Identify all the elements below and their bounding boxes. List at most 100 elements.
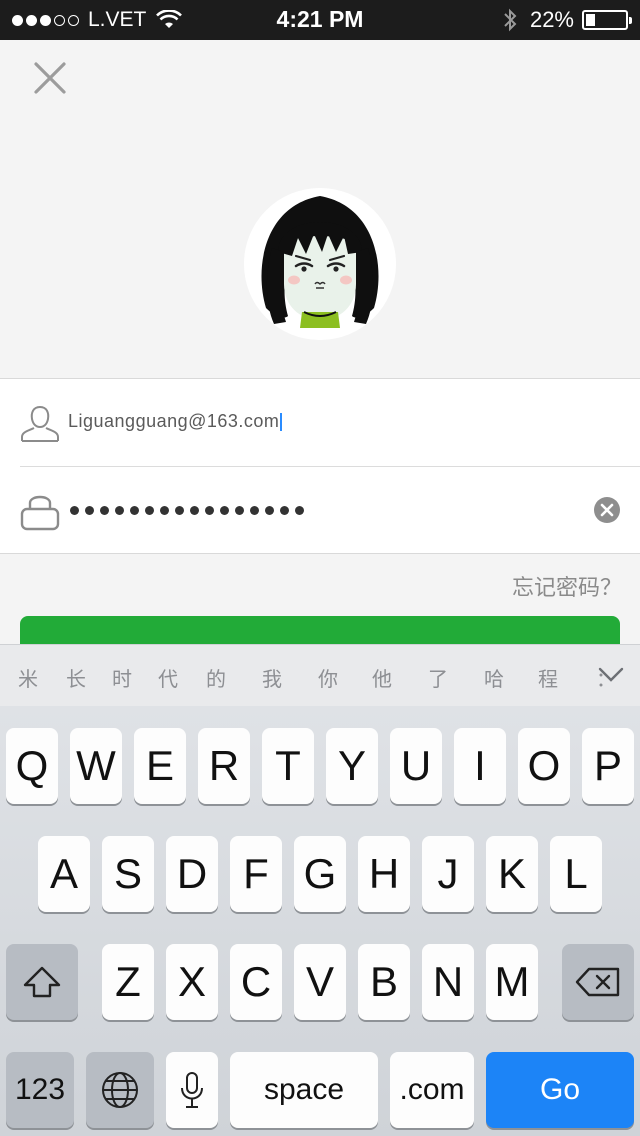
key-m[interactable]: M (486, 944, 538, 1020)
candidate-item[interactable]: 米 (18, 663, 38, 692)
username-row[interactable]: Liguangguang@163.com (0, 379, 640, 467)
candidate-item[interactable]: 的 (206, 663, 226, 692)
forgot-password-link[interactable]: 忘记密码？ (512, 570, 622, 602)
key-i-label: I (474, 742, 486, 789)
key-x-label: X (177, 958, 206, 1005)
clear-input-icon (600, 503, 614, 517)
key-o[interactable]: O (518, 728, 570, 804)
keyboard: Q W E R T Y U I O P A S D F G H J K L Z X C V B N M 123 space .com Go (0, 706, 640, 1136)
key-j[interactable]: J (422, 836, 474, 912)
status-right: 22% (502, 6, 632, 34)
candidate-item[interactable]: 他 (372, 663, 392, 692)
candidate-item[interactable]: 长 (66, 663, 86, 692)
go-key[interactable]: Go (486, 1052, 634, 1128)
password-dot (70, 505, 79, 515)
status-bar: L.VET 4:21 PM 22% (0, 0, 640, 40)
password-dot (280, 505, 289, 515)
numbers-key[interactable]: 123 (6, 1052, 74, 1128)
candidate-item[interactable]: 了 (428, 663, 448, 692)
close-icon (34, 62, 66, 94)
key-i[interactable]: I (454, 728, 506, 804)
key-d-label: D (176, 850, 208, 897)
numbers-key-label: 123 (14, 1073, 66, 1106)
candidate-item[interactable]: 哈 (484, 663, 504, 692)
password-dot (235, 505, 244, 515)
key-k[interactable]: K (486, 836, 538, 912)
key-z[interactable]: Z (102, 944, 154, 1020)
space-key-label: space (263, 1073, 345, 1106)
key-x[interactable]: X (166, 944, 218, 1020)
password-dot (295, 505, 304, 515)
key-n-label: N (432, 958, 464, 1005)
key-b[interactable]: B (358, 944, 410, 1020)
key-e[interactable]: E (134, 728, 186, 804)
shift-icon (23, 966, 61, 998)
key-f[interactable]: F (230, 836, 282, 912)
user-icon (21, 405, 59, 442)
avatar-illustration (244, 188, 396, 340)
password-dot (145, 505, 154, 515)
globe-icon (102, 1072, 138, 1108)
dotcom-key[interactable]: .com (390, 1052, 474, 1128)
key-g[interactable]: G (294, 836, 346, 912)
key-r[interactable]: R (198, 728, 250, 804)
clear-password-button[interactable] (594, 497, 620, 523)
chevron-down-icon[interactable] (598, 667, 624, 683)
key-k-label: K (497, 850, 526, 897)
password-dot (115, 505, 124, 515)
globe-key[interactable] (86, 1052, 154, 1128)
key-n[interactable]: N (422, 944, 474, 1020)
battery-fill (586, 14, 596, 26)
password-dot (160, 505, 169, 515)
password-dot (85, 505, 94, 515)
key-c[interactable]: C (230, 944, 282, 1020)
backspace-key[interactable] (562, 944, 634, 1020)
password-row[interactable] (0, 467, 640, 555)
key-y[interactable]: Y (326, 728, 378, 804)
key-p[interactable]: P (582, 728, 634, 804)
key-t-label: T (275, 742, 301, 789)
key-t[interactable]: T (262, 728, 314, 804)
go-key-label: Go (539, 1073, 581, 1106)
key-p-label: P (593, 742, 622, 789)
close-button[interactable] (30, 58, 70, 98)
candidate-item[interactable]: 代 (158, 663, 178, 692)
key-h[interactable]: H (358, 836, 410, 912)
shift-key[interactable] (6, 944, 78, 1020)
key-q[interactable]: Q (6, 728, 58, 804)
battery-percent: 22% (529, 7, 574, 32)
password-dot (220, 505, 229, 515)
microphone-key[interactable] (166, 1052, 218, 1128)
key-g-label: G (303, 850, 337, 897)
key-d[interactable]: D (166, 836, 218, 912)
key-f-label: F (243, 850, 269, 897)
microphone-icon (181, 1072, 203, 1108)
key-b-label: B (369, 958, 398, 1005)
key-j-label: J (437, 850, 459, 897)
battery-icon (582, 10, 632, 30)
backspace-icon (575, 967, 620, 997)
candidate-item[interactable]: 时 (112, 663, 132, 692)
password-dot (250, 505, 259, 515)
key-l[interactable]: L (550, 836, 602, 912)
key-h-label: H (368, 850, 400, 897)
candidate-bar: 米长时代的我你他了哈程： (0, 644, 640, 706)
candidate-item[interactable]: 你 (318, 663, 338, 692)
key-s[interactable]: S (102, 836, 154, 912)
space-key[interactable]: space (230, 1052, 378, 1128)
username-field[interactable]: Liguangguang@163.com (68, 411, 283, 432)
key-w-label: W (76, 742, 116, 789)
key-u[interactable]: U (390, 728, 442, 804)
avatar (244, 188, 396, 340)
candidate-item[interactable]: 我 (262, 663, 282, 692)
key-v[interactable]: V (294, 944, 346, 1020)
key-w[interactable]: W (70, 728, 122, 804)
candidate-item[interactable]: 程 (538, 663, 558, 692)
password-field[interactable] (70, 495, 304, 525)
key-a[interactable]: A (38, 836, 90, 912)
password-dot (205, 505, 214, 515)
bluetooth-icon (504, 8, 517, 32)
login-form: Liguangguang@163.com (0, 378, 640, 554)
key-e-label: E (145, 742, 174, 789)
password-dot (265, 505, 274, 515)
